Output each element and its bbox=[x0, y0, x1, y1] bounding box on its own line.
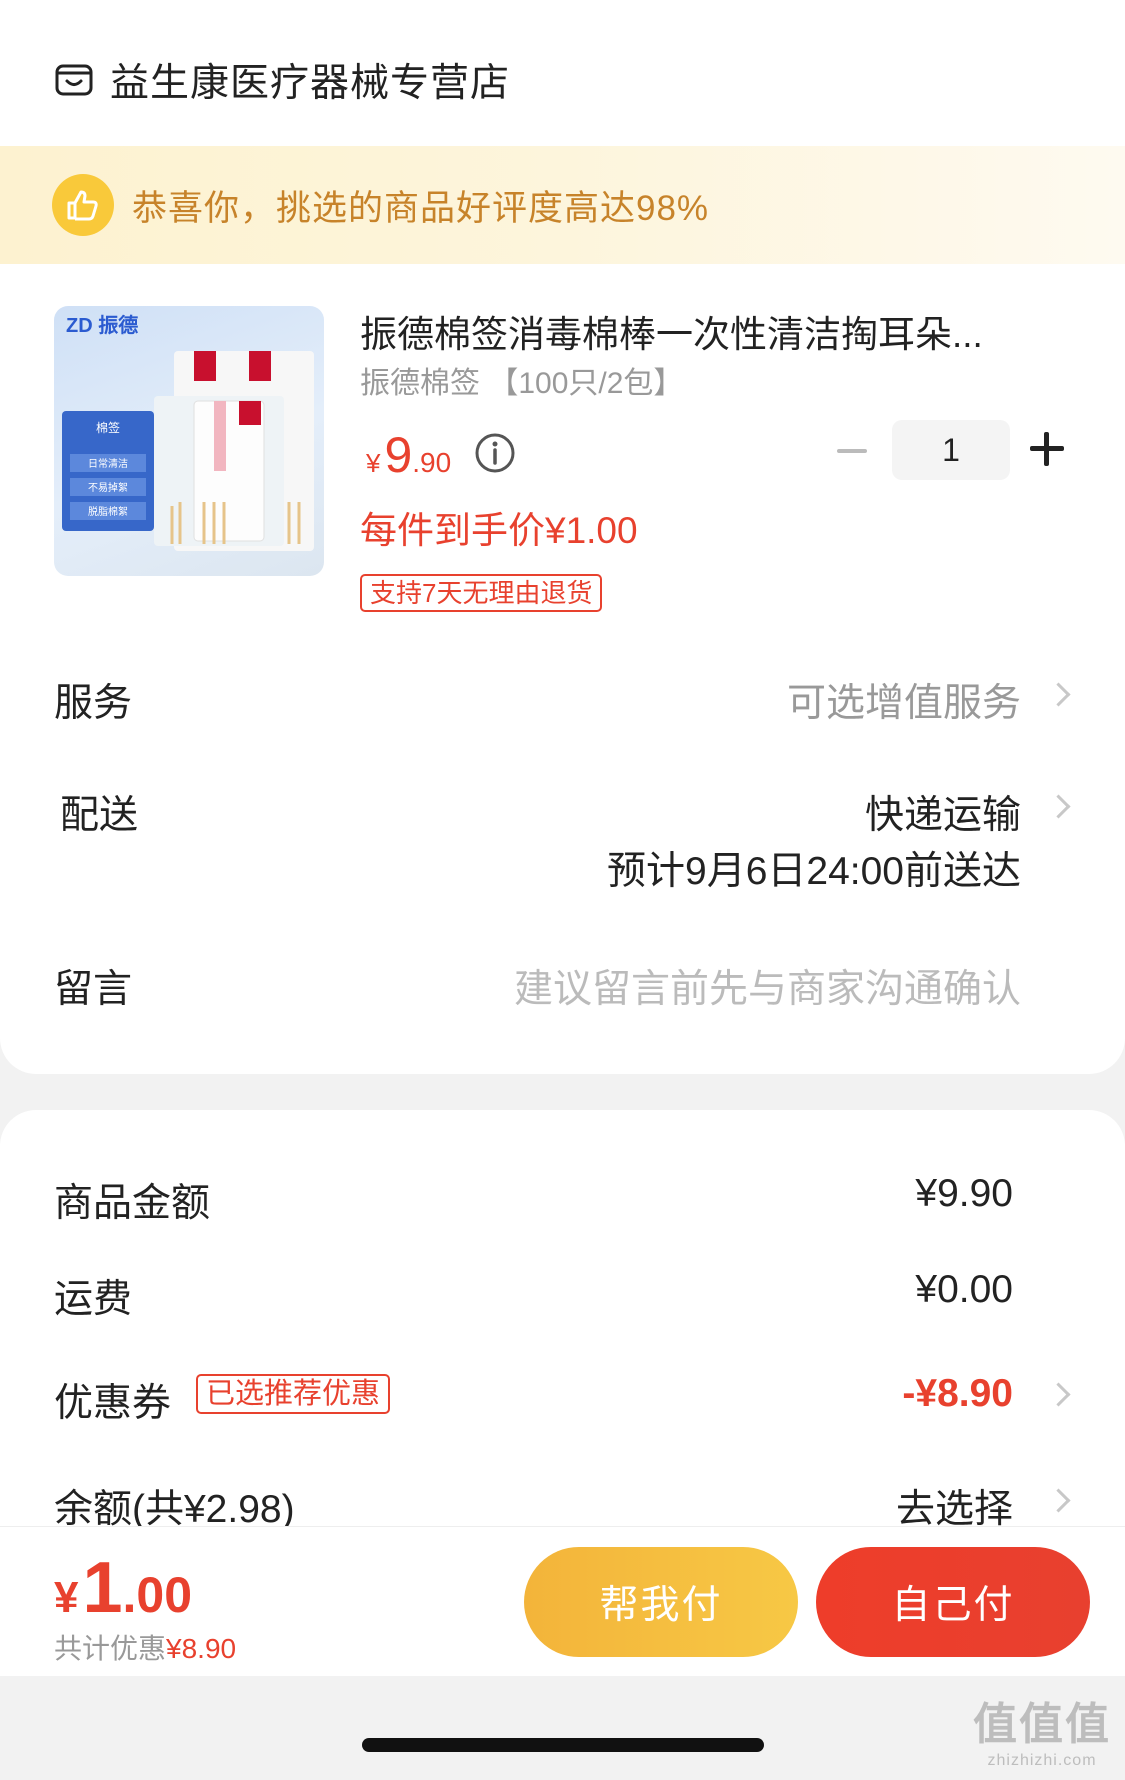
store-icon bbox=[55, 64, 93, 96]
total-price: ¥ 1 .00 bbox=[54, 1547, 192, 1629]
deal-price: 每件到手价¥1.00 bbox=[360, 510, 638, 551]
image-brand: ZD 振德 bbox=[66, 313, 138, 337]
store-name: 益生康医疗器械专营店 bbox=[110, 62, 511, 105]
total-discount: 共计优惠¥8.90 bbox=[54, 1627, 236, 1667]
help-pay-button[interactable]: 帮我付 bbox=[524, 1547, 798, 1657]
total-symbol: ¥ bbox=[54, 1573, 79, 1622]
product-title[interactable]: 振德棉签消毒棉棒一次性清洁掏耳朵... bbox=[360, 304, 1040, 358]
message-input[interactable]: 建议留言前先与商家沟通确认 bbox=[514, 958, 1021, 1014]
watermark-url: zhizhizhi.com bbox=[987, 1752, 1097, 1769]
watermark: 值值值 zhizhizhi.com bbox=[973, 1688, 1111, 1770]
price-symbol: ¥ bbox=[366, 448, 381, 478]
quantity-increase-button[interactable] bbox=[1030, 430, 1068, 468]
goods-amount-value: ¥9.90 bbox=[915, 1172, 1013, 1215]
store-row[interactable]: 益生康医疗器械专营店 bbox=[54, 52, 510, 108]
product-price: ¥ 9 .90 bbox=[366, 426, 451, 484]
product-thumbnail[interactable]: ZD 振德 棉签 日常清洁 不易掉絮 脱脂棉絮 bbox=[54, 306, 324, 576]
image-label-0: 棉签 bbox=[96, 420, 120, 435]
coupon-tag: 已选推荐优惠 bbox=[196, 1374, 391, 1414]
thumbs-up-icon bbox=[52, 174, 114, 236]
goods-amount-label: 商品金额 bbox=[54, 1182, 211, 1225]
delivery-label: 配送 bbox=[60, 794, 139, 837]
image-label-3: 脱脂棉絮 bbox=[88, 505, 128, 518]
praise-text: 恭喜你，挑选的商品好评度高达98% bbox=[132, 188, 710, 228]
service-label: 服务 bbox=[54, 682, 133, 725]
watermark-logo: 值值值 bbox=[973, 1700, 1111, 1749]
self-pay-button[interactable]: 自己付 bbox=[816, 1547, 1090, 1657]
image-label-1: 日常清洁 bbox=[88, 457, 128, 470]
home-indicator[interactable] bbox=[362, 1738, 764, 1752]
shipping-label: 运费 bbox=[54, 1278, 133, 1321]
total-integer: 1 bbox=[82, 1548, 123, 1628]
return-policy-badge: 支持7天无理由退货 bbox=[360, 574, 603, 612]
quantity-input[interactable]: 1 bbox=[892, 420, 1010, 480]
delivery-chevron-icon[interactable] bbox=[1050, 794, 1066, 822]
total-decimal: .00 bbox=[122, 1567, 193, 1623]
discount-prefix: 共计优惠 bbox=[54, 1633, 167, 1664]
discount-amount: ¥8.90 bbox=[166, 1633, 237, 1664]
shipping-value: ¥0.00 bbox=[915, 1268, 1013, 1311]
info-icon[interactable] bbox=[474, 432, 516, 474]
praise-banner: 恭喜你，挑选的商品好评度高达98% bbox=[0, 146, 1125, 264]
order-card: 益生康医疗器械专营店 恭喜你，挑选的商品好评度高达98% ZD 振德 棉签 日常… bbox=[0, 0, 1125, 1074]
coupon-value[interactable]: -¥8.90 bbox=[902, 1372, 1013, 1416]
message-label: 留言 bbox=[54, 968, 133, 1011]
service-value[interactable]: 可选增值服务 bbox=[787, 672, 1021, 728]
delivery-eta: 预计9月6日24:00前送达 bbox=[607, 850, 1021, 893]
service-chevron-icon[interactable] bbox=[1050, 682, 1066, 710]
delivery-value[interactable]: 快递运输 bbox=[865, 784, 1021, 840]
price-integer: 9 bbox=[384, 427, 413, 483]
product-spec[interactable]: 振德棉签 【100只/2包】 bbox=[360, 358, 683, 402]
price-decimal: .90 bbox=[412, 447, 452, 478]
coupon-label: 优惠券 bbox=[54, 1382, 172, 1425]
balance-chevron-icon[interactable] bbox=[1050, 1488, 1066, 1516]
quantity-decrease-button[interactable] bbox=[836, 418, 868, 484]
checkout-bar: ¥ 1 .00 共计优惠¥8.90 帮我付 自己付 bbox=[0, 1526, 1125, 1676]
coupon-chevron-icon[interactable] bbox=[1050, 1382, 1066, 1410]
image-label-2: 不易掉絮 bbox=[88, 481, 128, 494]
